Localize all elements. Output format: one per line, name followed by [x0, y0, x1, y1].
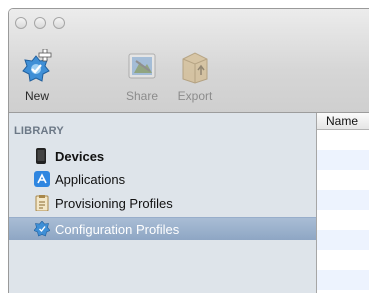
table-row[interactable] [317, 130, 369, 150]
new-profile-icon [22, 49, 52, 82]
sidebar-item-label: Configuration Profiles [55, 222, 180, 237]
close-window-button[interactable] [15, 17, 27, 29]
table-row[interactable] [317, 150, 369, 170]
profiles-table: Name [317, 113, 369, 293]
sidebar-item-provisioning-profiles[interactable]: Provisioning Profiles [9, 192, 316, 214]
provisioning-profile-icon [35, 195, 49, 211]
column-header-name[interactable]: Name [317, 113, 369, 130]
share-button[interactable]: Share [117, 49, 167, 107]
table-row[interactable] [317, 170, 369, 190]
export-button[interactable]: Export [170, 49, 220, 107]
sidebar: LIBRARY Devices Applications Provisionin… [9, 113, 317, 293]
app-store-icon [34, 171, 50, 187]
table-row[interactable] [317, 190, 369, 210]
sidebar-header-library: LIBRARY [14, 125, 64, 137]
minimize-window-button[interactable] [34, 17, 46, 29]
device-icon [36, 148, 46, 164]
sidebar-item-label: Devices [55, 149, 105, 164]
zoom-window-button[interactable] [53, 17, 65, 29]
share-button-label: Share [125, 89, 159, 103]
sidebar-item-applications[interactable]: Applications [9, 168, 316, 190]
share-icon [128, 53, 156, 79]
table-row[interactable] [317, 230, 369, 250]
configuration-profile-icon [34, 221, 50, 237]
table-row[interactable] [317, 210, 369, 230]
column-header-label: Name [326, 114, 359, 128]
sidebar-item-label: Provisioning Profiles [55, 196, 173, 211]
toolbar: New Share Export [9, 9, 369, 113]
new-button-label: New [24, 89, 49, 103]
sidebar-item-label: Applications [55, 172, 126, 187]
sidebar-item-configuration-profiles[interactable]: Configuration Profiles [9, 217, 316, 240]
sidebar-item-devices[interactable]: Devices [9, 145, 316, 167]
table-row[interactable] [317, 270, 369, 290]
table-row[interactable] [317, 250, 369, 270]
new-button[interactable]: New [12, 49, 62, 107]
export-box-icon [182, 52, 208, 84]
app-window: New Share Export LIBRARY Devices Applica… [8, 8, 369, 293]
export-button-label: Export [177, 89, 213, 103]
